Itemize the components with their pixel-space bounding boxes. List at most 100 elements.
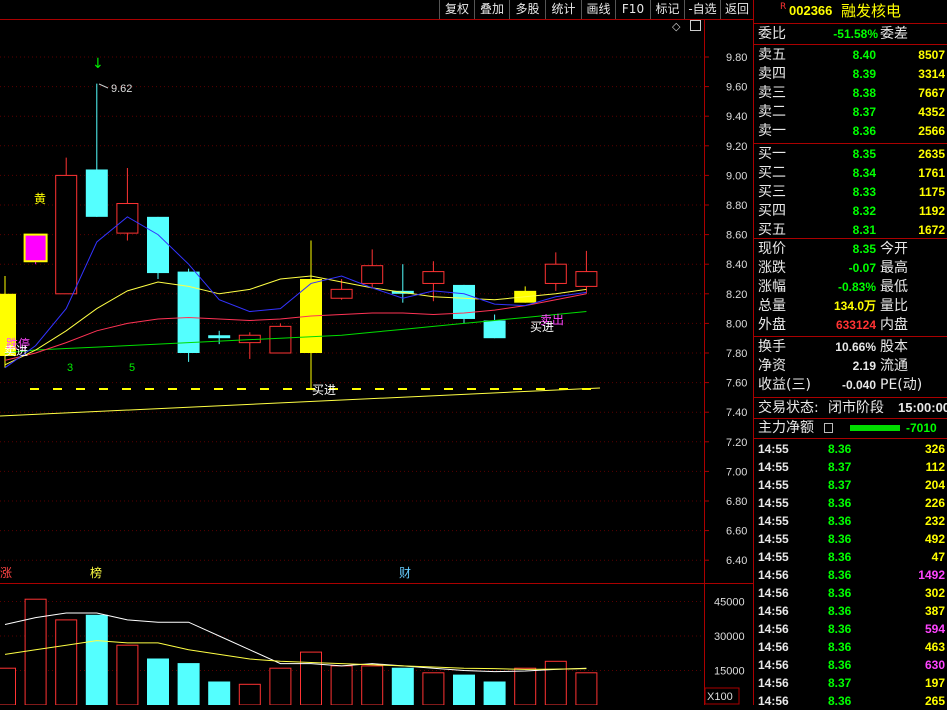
buy-level-price: 8.33 [852,185,876,199]
candle-body [23,233,48,263]
stat-row: 总量 134.0万 量比 [754,297,947,315]
toolbar-button[interactable]: 叠加 [474,0,509,19]
tick-volume: 197 [924,676,945,690]
buy-level-volume: 1192 [918,204,945,218]
tick-price: 8.36 [828,658,852,672]
stat-label: 最高 [880,260,908,276]
buy-level-label: 买五 [758,222,786,238]
sell-level: 卖一 8.36 2566 [754,122,947,140]
volume-bar [116,644,139,705]
tick-row: 14:56 8.37 197 [754,674,947,692]
tick-row: 14:56 8.36 387 [754,602,947,620]
maximize-icon[interactable] [690,20,701,31]
tick-price: 8.36 [828,640,852,654]
stat-row-price: 633124 [835,318,876,332]
stat-row-price: 8.35 [852,242,876,256]
candle-body [116,203,139,234]
buy-level-price: 8.34 [852,166,876,180]
volume-axis-label: 15000 [714,666,745,678]
candle [391,264,414,303]
volume-bar [422,672,445,705]
price-axis-label: 9.00 [726,170,747,182]
volume-bar [0,667,16,705]
tick-time: 14:55 [758,532,789,546]
tick-price: 8.36 [828,532,852,546]
toolbar-button[interactable]: 多股 [509,0,545,19]
kline-chart[interactable]: 9.80 9.60 9.40 9.20 9.00 8.80 8.60 8.40 8.20 8.00… [0,0,753,705]
price-axis-label: 8.00 [726,318,747,330]
stat-row-label: 现价 [758,241,786,257]
annotation-cai: 财 [399,566,411,580]
candle-body [330,288,353,299]
tick-price: 8.37 [828,676,852,690]
tick-price: 8.36 [828,568,852,582]
stat-row: 换手 10.66% 股本 [754,338,947,356]
r-mark: R [780,2,787,12]
annotation-number: 5 [129,362,135,374]
trade-time: 15:00:00 [898,400,947,415]
annotation-buy: 买进 [312,383,336,397]
candle [147,216,169,279]
candle-body [208,335,231,339]
volume-unit-label: X100 [707,691,733,703]
tick-volume: 302 [924,586,945,600]
sell-level-price: 8.38 [852,86,876,100]
candle-body [55,174,78,295]
diamond-icon[interactable]: ◇ [672,20,680,33]
toolbar-button[interactable]: 返回 [720,0,753,19]
quote-panel: R 002366 融发核电 委比 -51.58% 委差 卖五 8.40 8507 卖四… [753,0,947,708]
buy-level-label: 买二 [758,165,786,181]
tick-time: 14:56 [758,640,789,654]
toolbar-button[interactable]: F10 [615,0,650,19]
tick-volume: 463 [924,640,945,654]
volume-bar [330,665,353,705]
tick-time: 14:55 [758,550,789,564]
annotation-bang: 榜 [90,565,102,580]
buy-level-price: 8.31 [852,223,876,237]
buy-level: 买二 8.34 1761 [754,164,947,182]
tick-row: 14:56 8.36 594 [754,620,947,638]
tick-time: 14:56 [758,694,789,708]
tick-volume: 1492 [918,568,945,582]
tick-row: 14:56 8.36 265 [754,692,947,710]
tick-row: 14:55 8.36 47 [754,548,947,566]
stat-row-price: -0.040 [841,378,876,392]
tick-row: 14:55 8.36 232 [754,512,947,530]
main-net-icon[interactable] [824,423,833,433]
volume-bar [361,665,384,705]
volume-bar [391,667,414,705]
price-axis-label: 6.60 [726,526,747,538]
volume-bar [208,681,231,705]
sell-level-label: 卖二 [758,104,786,120]
candle-body [575,271,598,287]
buy-level-label: 买一 [758,146,786,162]
price-axis-label: 9.80 [726,52,747,64]
tick-volume: 326 [924,442,945,456]
price-axis-label: 7.00 [726,466,747,478]
tick-price: 8.36 [828,694,852,708]
stat-row: 净资 2.19 流通 [754,357,947,375]
toolbar-button[interactable]: -自选 [684,0,720,19]
volume-bar [544,660,567,705]
toolbar-button[interactable]: 复权 [439,0,474,19]
candle-body [483,320,506,339]
sell-level: 卖二 8.37 4352 [754,103,947,121]
tick-price: 8.37 [828,478,852,492]
sell-level-volume: 3314 [918,67,945,81]
stat-label: 内盘 [880,317,908,333]
stat-row-price: -0.07 [848,261,876,275]
volume-bar [483,681,506,705]
tick-price: 8.36 [828,550,852,564]
buy-level: 买一 8.35 2635 [754,145,947,163]
tick-volume: 594 [924,622,945,636]
toolbar-button[interactable]: 标记 [650,0,684,19]
price-axis-label: 9.60 [726,82,747,94]
candle-body [269,325,292,354]
volume-bar [300,651,322,705]
annotation-limit-up: 涨 [0,565,12,580]
candle-body [544,263,567,284]
toolbar-button[interactable]: 画线 [581,0,615,19]
toolbar-button[interactable]: 统计 [545,0,581,19]
stat-row-price: 134.0万 [833,299,876,313]
tick-time: 14:56 [758,658,789,672]
